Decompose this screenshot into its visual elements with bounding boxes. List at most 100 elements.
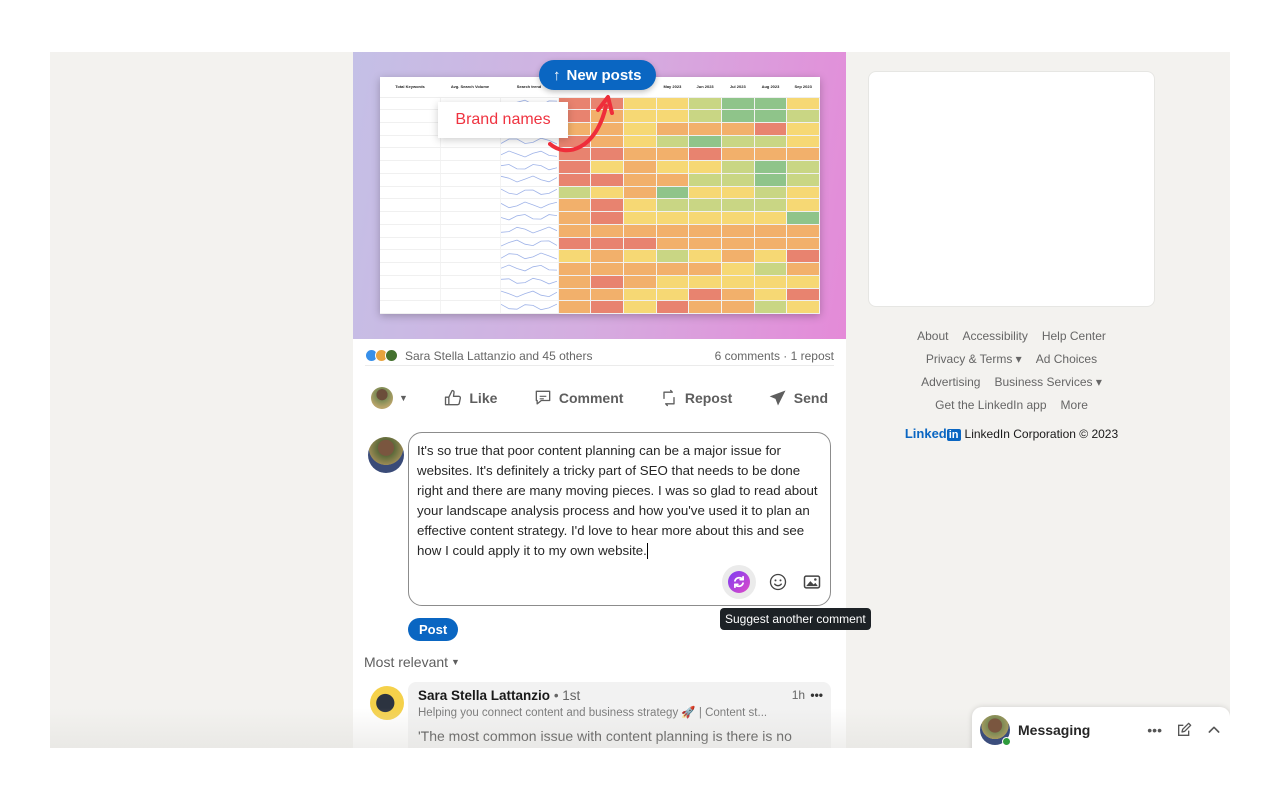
heatmap-cell: [380, 160, 441, 174]
footer-link-privacy-terms[interactable]: Privacy & Terms ▾: [926, 352, 1022, 366]
heatmap-cell: [688, 147, 722, 162]
more-options-icon[interactable]: •••: [1147, 722, 1162, 738]
heatmap-cell: [590, 198, 624, 213]
sparkline: [500, 163, 558, 170]
heatmap-cell: [688, 224, 722, 238]
tooltip-text: Suggest another comment: [725, 612, 866, 626]
heatmap-cell: [440, 211, 501, 225]
heatmap-cell: [440, 262, 501, 276]
messaging-avatar: [980, 714, 1011, 746]
heatmap-cell: [688, 160, 722, 174]
repost-button[interactable]: Repost: [653, 388, 738, 408]
footer-link-more[interactable]: More: [1061, 398, 1088, 412]
post-comment-button[interactable]: Post: [408, 618, 459, 641]
heatmap-cell: [380, 237, 441, 251]
linkedin-logo: Linked in: [905, 426, 961, 441]
heatmap-row: [380, 262, 820, 276]
heatmap-cell: [558, 198, 592, 213]
footer-link-ad-choices[interactable]: Ad Choices: [1036, 352, 1097, 366]
more-options-icon[interactable]: •••: [810, 688, 823, 702]
heatmap-cell: [590, 224, 624, 238]
heatmap-cell: [786, 211, 820, 225]
heatmap-cell: [754, 186, 788, 200]
heatmap-cell: [380, 198, 441, 213]
heatmap-cell: [754, 135, 788, 149]
heatmap-cell: [380, 275, 441, 289]
heatmap-cell: [721, 211, 755, 225]
reactions-text[interactable]: Sara Stella Lattanzio and 45 others: [405, 349, 592, 363]
footer-link-accessibility[interactable]: Accessibility: [962, 329, 1027, 343]
comment-sort-dropdown[interactable]: Most relevant ▼: [364, 654, 460, 670]
refresh-icon: [728, 571, 750, 593]
heatmap-cell: [721, 186, 755, 200]
connection-degree: • 1st: [553, 688, 581, 703]
comment-input[interactable]: It's so true that poor content planning …: [408, 432, 831, 606]
messaging-bar[interactable]: Messaging •••: [972, 707, 1230, 748]
comment-author-name[interactable]: Sara Stella Lattanzio: [418, 688, 550, 703]
emoji-button[interactable]: [766, 570, 790, 594]
heatmap-cell: [786, 237, 820, 251]
heatmap-cell: [656, 186, 690, 200]
heatmap-cell: [786, 147, 820, 162]
heatmap-cell: [656, 262, 690, 276]
sparkline: [500, 278, 558, 285]
linkedin-viewport: Total Keywords Avg. Search Volume Search t…: [50, 52, 1230, 748]
comments-reposts-count[interactable]: 6 comments · 1 repost: [715, 349, 834, 363]
heatmap-cell: [558, 275, 592, 289]
heatmap-cell: [721, 109, 755, 123]
footer-link-advertising[interactable]: Advertising: [921, 375, 980, 389]
heatmap-row: [380, 186, 820, 200]
heatmap-cell: [558, 300, 592, 314]
heatmap-cell: [623, 211, 657, 225]
comment-text-field[interactable]: It's so true that poor content planning …: [417, 441, 822, 561]
linkedin-logo-box: in: [946, 429, 961, 441]
heatmap-cell: [754, 160, 788, 174]
comment-author[interactable]: Sara Stella Lattanzio • 1st: [418, 688, 821, 703]
heatmap-cell: [754, 275, 788, 289]
footer-link-get-app[interactable]: Get the LinkedIn app: [935, 398, 1046, 412]
sparkline-cell: [500, 237, 559, 251]
footer-link-help-center[interactable]: Help Center: [1042, 329, 1106, 343]
thumbs-up-icon: [445, 389, 462, 406]
sparkline-cell: [500, 288, 559, 302]
support-reaction-icon: [385, 349, 398, 362]
new-posts-label: New posts: [566, 66, 642, 84]
sparkline-cell: [500, 198, 559, 213]
comment-author-avatar[interactable]: [370, 686, 404, 720]
footer-link-business-services[interactable]: Business Services ▾: [994, 375, 1101, 389]
heatmap-cell: [786, 262, 820, 276]
add-photo-button[interactable]: [800, 570, 824, 594]
arrow-up-icon: ↑: [553, 66, 561, 84]
new-posts-button[interactable]: ↑ New posts: [539, 60, 656, 90]
post-image[interactable]: Total Keywords Avg. Search Volume Search t…: [353, 52, 846, 339]
heatmap-cell: [721, 275, 755, 289]
sparkline: [500, 188, 558, 195]
heatmap-cell: [558, 224, 592, 238]
heatmap-row: [380, 198, 820, 213]
comment-button[interactable]: Comment: [527, 388, 630, 408]
reaction-identity-selector[interactable]: ▼: [365, 387, 414, 409]
footer-link-about[interactable]: About: [917, 329, 948, 343]
chevron-up-icon[interactable]: [1206, 722, 1222, 738]
repost-label: Repost: [684, 390, 733, 406]
heatmap-cell: [440, 300, 501, 314]
heatmap-cell: [688, 300, 722, 314]
heatmap-cell: [656, 300, 690, 314]
heatmap-cell: [721, 237, 755, 251]
suggest-comment-button[interactable]: [722, 565, 756, 599]
heatmap-cell: [558, 160, 592, 174]
heatmap-cell: [623, 198, 657, 213]
heatmap-cell: [623, 173, 657, 187]
compose-icon[interactable]: [1176, 722, 1192, 738]
sparkline-cell: [500, 300, 559, 314]
heatmap-cell: [688, 198, 722, 213]
heatmap-cell: [380, 300, 441, 314]
sparkline: [500, 175, 558, 183]
send-button[interactable]: Send: [762, 388, 834, 408]
like-button[interactable]: Like: [437, 388, 503, 408]
reaction-icons[interactable]: [365, 349, 398, 362]
heatmap-cell: [754, 109, 788, 123]
commenter-avatar[interactable]: [368, 437, 404, 473]
heatmap-cell: [440, 147, 501, 162]
heatmap-cell: [721, 173, 755, 187]
